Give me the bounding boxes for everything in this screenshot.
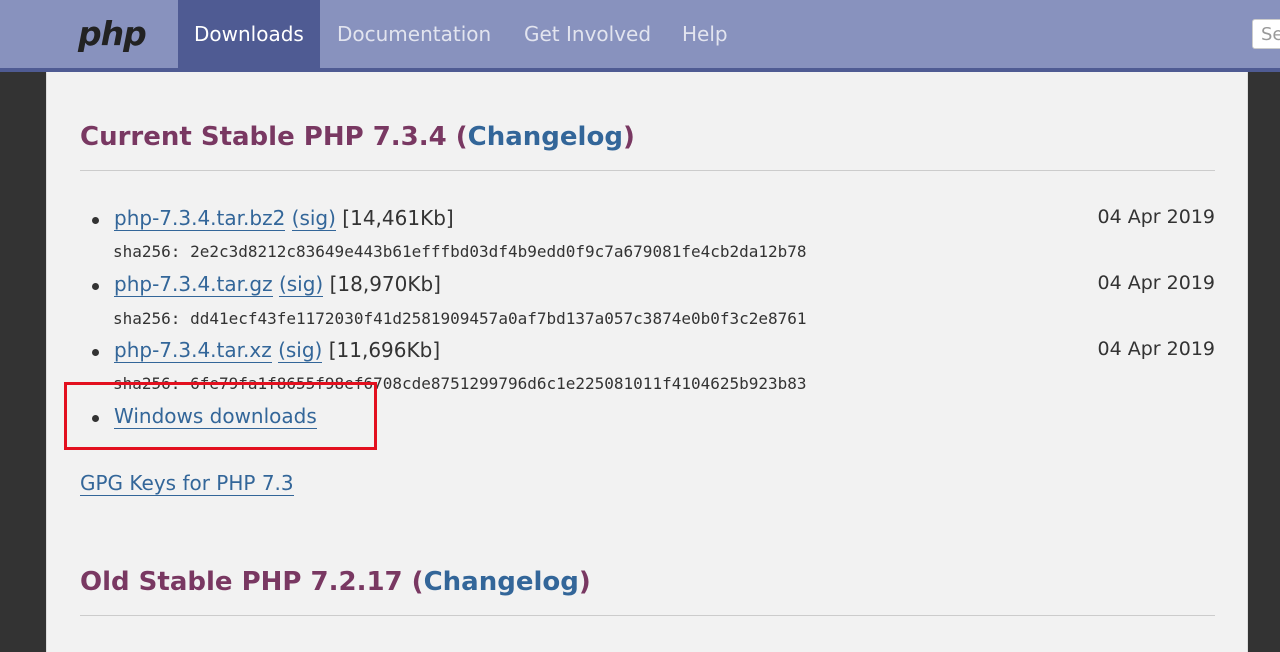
download-link[interactable]: php-7.3.4.tar.xz <box>114 338 272 363</box>
nav-downloads[interactable]: Downloads <box>178 0 320 68</box>
file-size: [14,461Kb] <box>342 206 454 230</box>
gpg-keys-link[interactable]: GPG Keys for PHP 7.3 <box>80 471 294 496</box>
highlight-box <box>64 382 377 450</box>
main-content: Current Stable PHP 7.3.4 (Changelog) php… <box>46 72 1248 652</box>
download-item: php-7.3.4.tar.bz2 (sig) [14,461Kb] 04 Ap… <box>80 206 1215 236</box>
file-size: [18,970Kb] <box>329 272 441 296</box>
release-date: 04 Apr 2019 <box>1097 272 1215 294</box>
sig-link[interactable]: (sig) <box>278 272 324 297</box>
section-title-old-stable: Old Stable PHP 7.2.17 (Changelog) <box>80 567 591 597</box>
bullet <box>92 283 99 290</box>
download-link[interactable]: php-7.3.4.tar.gz <box>114 272 273 297</box>
download-item: php-7.3.4.tar.xz (sig) [11,696Kb] 04 Apr… <box>80 338 1215 368</box>
nav-help[interactable]: Help <box>666 0 744 68</box>
download-link[interactable]: php-7.3.4.tar.bz2 <box>114 206 286 231</box>
php-logo[interactable]: php <box>78 14 147 53</box>
bullet <box>92 349 99 356</box>
sig-link[interactable]: (sig) <box>291 206 336 231</box>
search-input[interactable]: Se <box>1252 19 1280 49</box>
sha256-checksum: sha256: dd41ecf43fe1172030f41d2581909457… <box>113 309 807 328</box>
download-item: php-7.3.4.tar.gz (sig) [18,970Kb] 04 Apr… <box>80 272 1215 302</box>
nav-documentation[interactable]: Documentation <box>321 0 507 68</box>
top-navbar: php Downloads Documentation Get Involved… <box>0 0 1280 72</box>
changelog-link[interactable]: Changelog <box>424 567 579 597</box>
changelog-link[interactable]: Changelog <box>468 122 623 152</box>
release-date: 04 Apr 2019 <box>1097 206 1215 228</box>
release-date: 04 Apr 2019 <box>1097 338 1215 360</box>
bullet <box>92 217 99 224</box>
sha256-checksum: sha256: 2e2c3d8212c83649e443b61efffbd03d… <box>113 242 807 261</box>
section-title-current-stable: Current Stable PHP 7.3.4 (Changelog) <box>80 122 635 152</box>
sig-link[interactable]: (sig) <box>278 338 323 363</box>
nav-get-involved[interactable]: Get Involved <box>508 0 667 68</box>
divider <box>80 170 1215 171</box>
file-size: [11,696Kb] <box>328 338 441 362</box>
divider <box>80 615 1215 616</box>
